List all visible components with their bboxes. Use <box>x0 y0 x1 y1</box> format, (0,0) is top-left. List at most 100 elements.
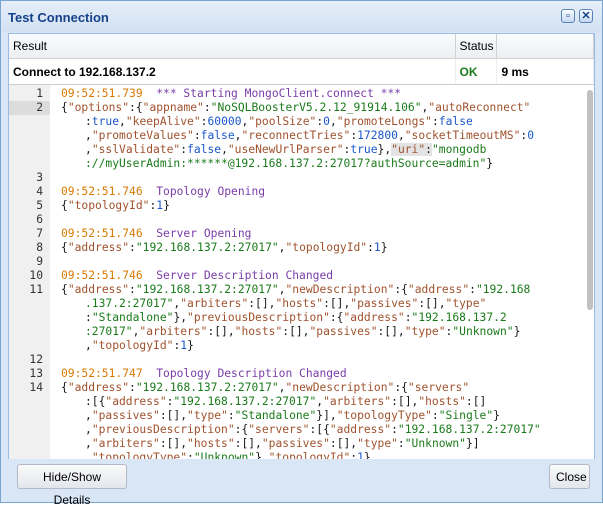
log-token: :[], <box>234 437 262 450</box>
log-token: , <box>85 423 92 436</box>
log-token: Topology Opening <box>142 185 266 198</box>
column-header-time[interactable] <box>496 34 594 59</box>
log-token: "type" <box>445 297 487 310</box>
close-icon: ✕ <box>581 10 591 22</box>
minimize-button[interactable]: ▫ <box>561 9 575 23</box>
log-token: , <box>85 339 92 352</box>
title-bar[interactable]: Test Connection ▫ ✕ <box>1 1 602 32</box>
log-token: .137.2:27017" <box>85 297 174 310</box>
log-token: } <box>513 325 521 338</box>
log-token: "servers" <box>248 423 310 436</box>
log-token: :[], <box>391 395 419 408</box>
log-line: ,"arbiters":[],"hosts":[],"passives":[],… <box>9 437 584 451</box>
log-token: }] <box>465 437 480 450</box>
log-text: 09:52:51.746 Topology Opening <box>61 185 265 199</box>
log-token: : <box>469 283 476 296</box>
log-token: :{ <box>394 283 408 296</box>
log-token: : <box>227 409 235 422</box>
log-token: { <box>61 381 68 394</box>
log-line: :"Standalone"},"previousDescription":{"a… <box>9 311 584 325</box>
log-line: .137.2:27017","arbiters":[],"hosts":[],"… <box>9 297 584 311</box>
column-header-status[interactable]: Status <box>455 34 498 59</box>
log-token: }, <box>255 451 269 459</box>
table-row[interactable]: Connect to 192.168.137.2 OK 9 ms <box>9 58 594 85</box>
log-token: 1 <box>357 451 364 459</box>
log-line: 7 09:52:51.746 Server Opening <box>9 227 584 241</box>
log-token: :27017" <box>85 325 133 338</box>
log-token: "topologyId" <box>67 199 150 212</box>
log-token: 0 <box>527 129 534 142</box>
log-token: 0 <box>323 115 330 128</box>
log-token: "topologyType" <box>91 451 188 459</box>
log-token: : <box>193 129 201 142</box>
dialog-footer: Hide/Show Details Close <box>8 462 595 507</box>
log-token: :[], <box>207 325 235 338</box>
line-number: 10 <box>29 269 43 282</box>
log-token: : <box>391 423 398 436</box>
log-token: : <box>404 311 412 324</box>
log-token: , <box>85 451 92 459</box>
log-text: ://myUserAdmin:******@192.168.137.2:2701… <box>85 157 493 171</box>
log-token: "uri" <box>391 143 426 156</box>
log-token: "topologyId" <box>268 451 351 459</box>
line-number: 3 <box>36 171 43 184</box>
log-line: 13 09:52:51.747 Topology Description Chan… <box>9 367 584 381</box>
log-text: {"address":"192.168.137.2:27017","newDes… <box>61 381 469 395</box>
log-token: "address" <box>343 311 405 324</box>
log-token: : <box>203 101 211 114</box>
log-token: "appname" <box>142 101 204 114</box>
log-token: : <box>85 115 92 128</box>
log-token: "Standalone" <box>91 311 174 324</box>
log-token: :{ <box>394 381 408 394</box>
log-token: "hosts" <box>275 297 324 310</box>
log-token: , <box>119 115 126 128</box>
log-token: "hosts" <box>187 437 235 450</box>
log-token: : <box>425 143 432 156</box>
log-token: ://myUserAdmin:******@192.168.137.2:2701… <box>85 157 487 170</box>
line-number: 11 <box>29 283 43 296</box>
log-token: "passives" <box>91 409 160 422</box>
log-token: "reconnectTries" <box>241 129 351 142</box>
log-token: { <box>61 101 68 114</box>
log-token: : <box>129 283 136 296</box>
log-token: "passives" <box>309 325 378 338</box>
close-window-button[interactable]: ✕ <box>579 9 593 23</box>
log-token: "keepAlive" <box>125 115 201 128</box>
log-token: true <box>350 143 378 156</box>
log-token: "sslValidate" <box>91 143 181 156</box>
log-token: : <box>187 451 194 459</box>
log-token: :[], <box>377 325 405 338</box>
log-token: "address" <box>67 283 130 296</box>
log-token: , <box>85 143 92 156</box>
line-number: 2 <box>9 101 50 115</box>
log-line: ,"promoteValues":false,"reconnectTries":… <box>9 129 584 143</box>
log-token: "autoReconnect" <box>428 101 531 114</box>
log-text: .137.2:27017","arbiters":[],"hosts":[],"… <box>85 297 486 311</box>
log-text: 09:52:51.746 Server Opening <box>61 227 251 241</box>
log-line: 14 {"address":"192.168.137.2:27017","newD… <box>9 381 584 395</box>
log-viewer[interactable]: 1 09:52:51.739 *** Starting MongoClient.c… <box>9 85 594 459</box>
log-line: ,"sslValidate":false,"useNewUrlParser":t… <box>9 143 584 157</box>
hide-show-details-button[interactable]: Hide/Show Details <box>17 464 127 507</box>
line-number: 12 <box>29 353 43 366</box>
log-token: "useNewUrlParser" <box>227 143 344 156</box>
log-token: , <box>397 129 405 142</box>
close-button[interactable]: Close <box>549 464 590 489</box>
log-token: { <box>61 283 68 296</box>
log-token: } <box>187 339 194 352</box>
time-cell: 9 ms <box>496 58 594 85</box>
line-number: 7 <box>36 227 43 240</box>
log-text: ,"topologyId":1} <box>85 339 194 353</box>
log-line: 12 <box>9 353 584 367</box>
scrollbar-thumb[interactable] <box>587 90 593 310</box>
vertical-scrollbar[interactable] <box>586 85 594 459</box>
log-text: 09:52:51.746 Server Description Changed <box>61 269 333 283</box>
line-number: 14 <box>29 381 43 394</box>
log-line: ,"topologyId":1} <box>9 339 584 353</box>
log-token: "passives" <box>261 437 330 450</box>
log-token: } <box>493 409 500 422</box>
log-token: "arbiters" <box>180 297 249 310</box>
column-header-result[interactable]: Result <box>9 34 456 59</box>
log-token: , <box>85 129 92 142</box>
log-token: false <box>438 115 473 128</box>
